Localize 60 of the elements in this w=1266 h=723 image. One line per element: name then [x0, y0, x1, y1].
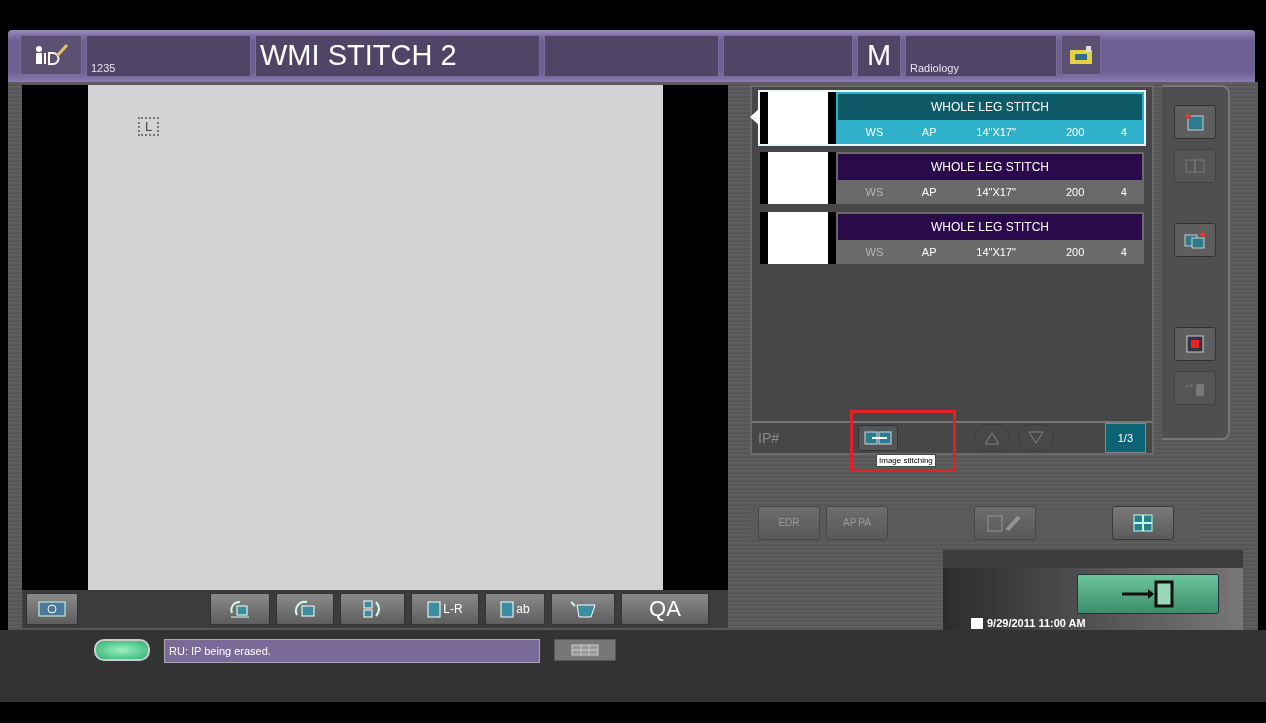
down-arrow-icon [1028, 431, 1044, 445]
patient-sex: M [866, 38, 892, 72]
up-arrow-icon [984, 431, 1000, 445]
side-button[interactable] [1174, 105, 1216, 139]
exposure-cell-text: AP [920, 185, 938, 200]
exposure-cell-text: 200 [1064, 245, 1086, 260]
exposure-title: WHOLE LEG STITCH [838, 214, 1142, 240]
exposure-cell-text: AP [920, 245, 938, 260]
exposure-cell-text: 4 [1119, 125, 1128, 140]
exposure-title: WHOLE LEG STITCH [838, 154, 1142, 180]
exposure-cell-text: WS [864, 185, 885, 200]
tool-button[interactable] [210, 593, 270, 625]
exposure-cell-text: 200 [1064, 125, 1086, 140]
stitch-button[interactable] [858, 425, 898, 451]
tool-button[interactable] [26, 593, 78, 625]
keypad-button[interactable] [554, 639, 616, 661]
stitch-icon [863, 429, 893, 447]
exit-button[interactable] [1077, 574, 1219, 614]
delete-icon [1183, 334, 1207, 354]
date-time: 9/29/2011 11:00 AM [971, 617, 1086, 629]
exposure-cell-text: 14"X17" [975, 125, 1017, 140]
patient-id-button[interactable] [20, 35, 82, 75]
side-marker: L [138, 117, 160, 136]
exposure-title: WHOLE LEG STITCH [838, 94, 1142, 120]
exposure-cell-text: WS [864, 245, 885, 260]
folder-button[interactable] [1061, 35, 1101, 75]
ip-label: IP# [758, 430, 780, 446]
image-icon [427, 599, 442, 619]
swap-image-icon [1183, 156, 1207, 176]
grid-icon [1131, 512, 1155, 533]
page-indicator: 1/3 [1104, 423, 1146, 453]
exam-title: WMI STITCH 2 [260, 38, 457, 72]
department: Radiology [910, 62, 959, 74]
monitor-icon [37, 599, 67, 619]
tool-button[interactable]: L-R [411, 593, 479, 625]
status-message: RU: IP being erased. [164, 639, 540, 663]
tool-button[interactable] [340, 593, 405, 625]
tool-button[interactable]: QA [621, 593, 709, 625]
copy-image-icon [1183, 230, 1207, 250]
image-icon [500, 599, 515, 619]
rotate-left-icon [228, 599, 252, 619]
tooltip: Image stitching [876, 454, 936, 467]
folder-icon [1068, 44, 1094, 66]
side-button[interactable] [1174, 223, 1216, 257]
exposure-cell-text: 14"X17" [975, 245, 1017, 260]
exposure-cell-text: 200 [1064, 185, 1086, 200]
tool-button[interactable] [276, 593, 334, 625]
tool-button[interactable] [551, 593, 615, 625]
add-image-icon [1183, 112, 1207, 132]
exposure-cell-text: AP [920, 125, 938, 140]
action-button[interactable] [1112, 505, 1174, 540]
patient-id: 1235 [91, 62, 116, 74]
exposure-cell-text: 14"X17" [975, 185, 1017, 200]
keypad-icon [570, 643, 600, 657]
exposure-cell-text: 4 [1119, 185, 1128, 200]
rotate-right-icon [293, 599, 317, 619]
exposure-cell-text: WS [864, 125, 885, 140]
side-button[interactable] [1174, 327, 1216, 361]
exposure-cell-text: 4 [1119, 245, 1128, 260]
tool-button[interactable]: ab [485, 593, 545, 625]
